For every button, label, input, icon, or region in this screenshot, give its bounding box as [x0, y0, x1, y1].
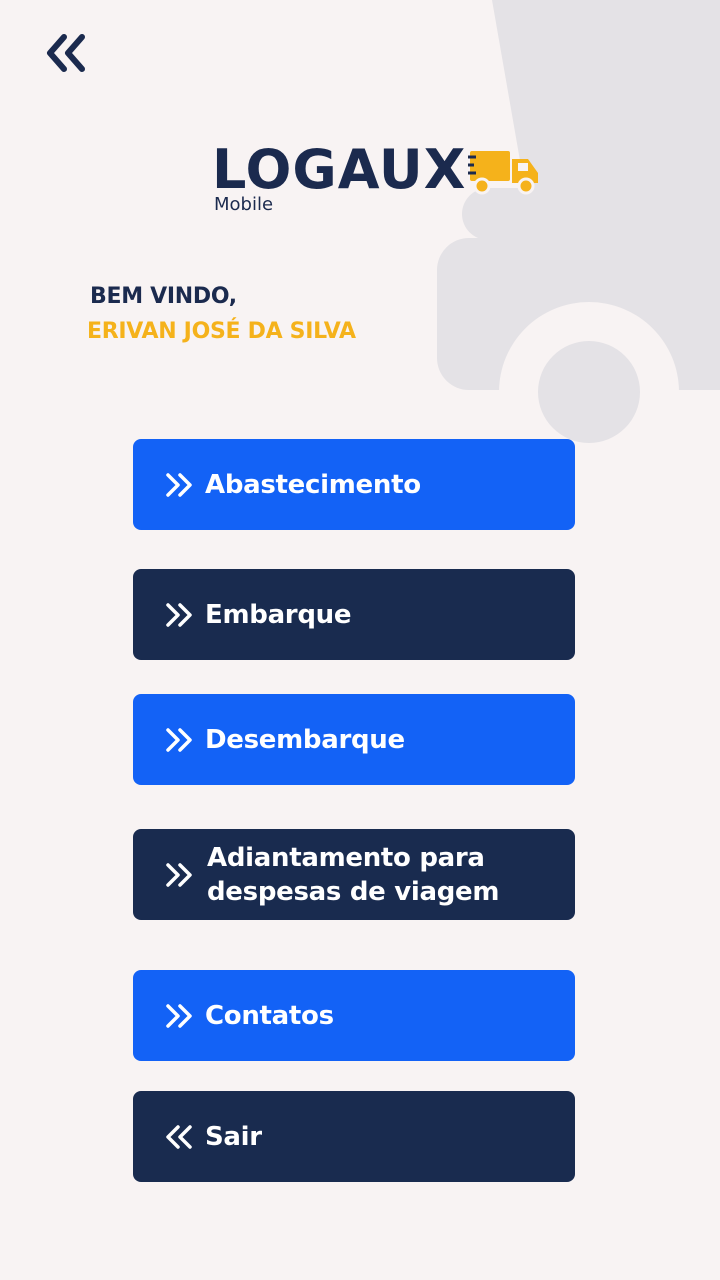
welcome-block: BEM VINDO, ERIVAN JOSÉ DA SILVA	[87, 284, 356, 344]
contatos-button[interactable]: Contatos	[133, 970, 575, 1061]
sair-label: Sair	[205, 1121, 262, 1152]
double-chevron-right-icon	[166, 727, 192, 752]
welcome-greeting: BEM VINDO,	[90, 284, 237, 309]
double-chevron-right-icon	[166, 1003, 192, 1028]
user-name: ERIVAN JOSÉ DA SILVA	[87, 319, 356, 344]
double-chevron-right-icon	[166, 472, 192, 497]
double-chevron-left-icon	[166, 1124, 192, 1149]
truck-icon	[468, 151, 539, 195]
sair-button[interactable]: Sair	[133, 1091, 575, 1182]
abastecimento-button[interactable]: Abastecimento	[133, 439, 575, 530]
embarque-label: Embarque	[205, 599, 352, 630]
adiantamento-button[interactable]: Adiantamento para despesas de viagem	[133, 829, 575, 920]
double-chevron-right-icon	[166, 862, 192, 887]
desembarque-button[interactable]: Desembarque	[133, 694, 575, 785]
double-chevron-right-icon	[166, 602, 192, 627]
adiantamento-label: Adiantamento para despesas de viagem	[207, 842, 500, 907]
double-chevron-left-icon	[47, 34, 85, 72]
embarque-button[interactable]: Embarque	[133, 569, 575, 660]
desembarque-label: Desembarque	[205, 724, 405, 755]
contatos-label: Contatos	[205, 1000, 334, 1031]
logo-title: LOGAUX	[212, 138, 467, 201]
app-logo: LOGAUX Mobile	[212, 140, 540, 215]
back-button[interactable]	[36, 30, 96, 76]
abastecimento-label: Abastecimento	[205, 469, 421, 500]
